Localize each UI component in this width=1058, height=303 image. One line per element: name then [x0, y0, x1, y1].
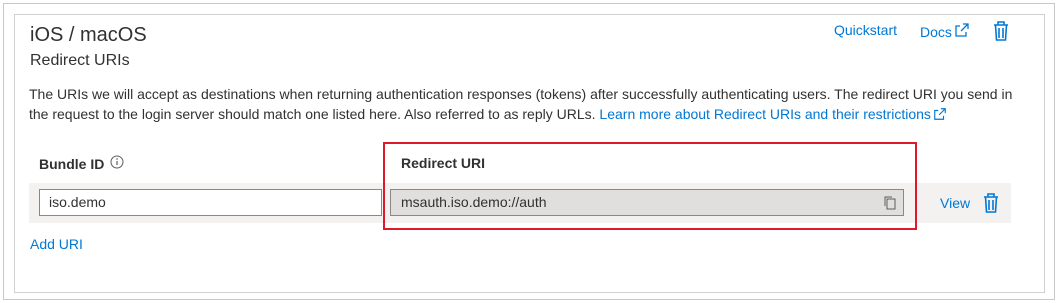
learn-more-label: Learn more about Redirect URIs and their…: [599, 106, 931, 122]
docs-link[interactable]: Docs: [920, 22, 970, 41]
learn-more-link[interactable]: Learn more about Redirect URIs and their…: [599, 106, 946, 122]
quickstart-link[interactable]: Quickstart: [834, 22, 897, 38]
add-uri-link[interactable]: Add URI: [30, 236, 83, 252]
redirect-uri-highlight: [383, 142, 917, 230]
bundle-id-input[interactable]: iso.demo: [39, 189, 382, 216]
section-subtitle: Redirect URIs: [30, 52, 130, 69]
redirect-description: The URIs we will accept as destinations …: [29, 84, 1019, 126]
external-link-icon: [954, 22, 970, 41]
info-icon[interactable]: [110, 155, 124, 172]
external-link-icon: [933, 106, 947, 126]
delete-platform-icon[interactable]: [992, 20, 1010, 47]
delete-row-icon[interactable]: [982, 192, 1000, 219]
docs-link-label: Docs: [920, 23, 952, 40]
column-header-bundle-id: Bundle ID: [39, 155, 124, 172]
platform-title: iOS / macOS: [30, 24, 147, 46]
bundle-id-label: Bundle ID: [39, 155, 105, 172]
view-link[interactable]: View: [940, 195, 970, 211]
